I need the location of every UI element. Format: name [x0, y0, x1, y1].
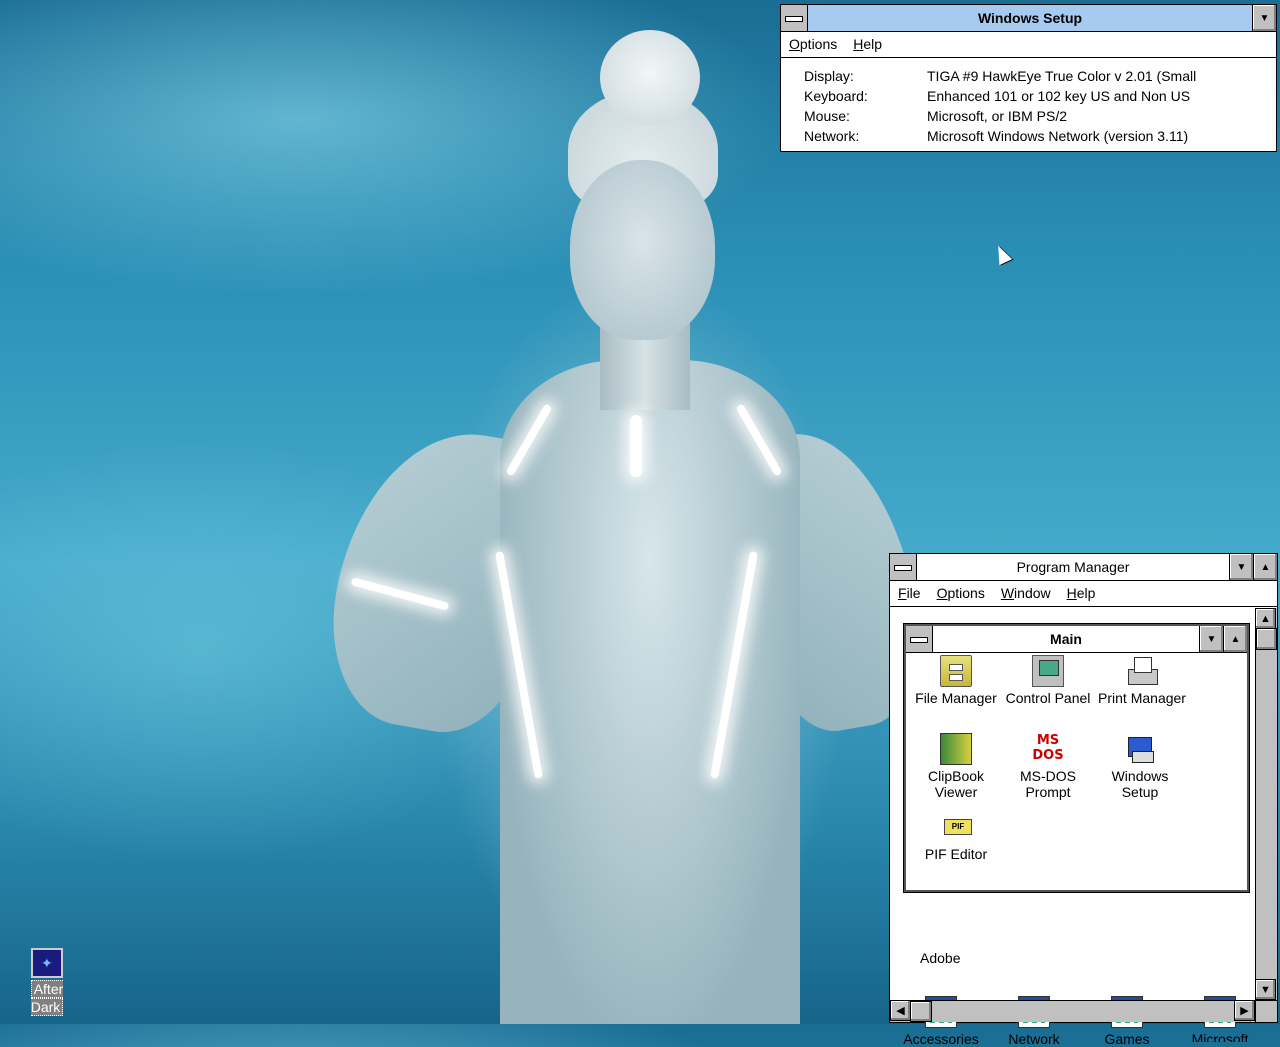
setup-key: Network: [804, 128, 860, 144]
setup-key: Display: [804, 68, 854, 84]
program-label: ClipBook Viewer [927, 768, 985, 800]
vertical-scrollbar[interactable]: ▲ ▼ [1255, 608, 1277, 1000]
program-item-pif-editor[interactable]: PIF Editor [908, 811, 1004, 862]
arrow-up-icon: ▲ [1260, 612, 1271, 625]
setup-row-display: Display: TIGA #9 HawkEye True Color v 2.… [804, 66, 1276, 86]
desktop-icon-after-dark[interactable]: After Dark [16, 948, 78, 1017]
arrow-up-icon: ▲ [1230, 633, 1241, 645]
maximize-button[interactable]: ▲ [1253, 554, 1277, 580]
arrow-right-icon: ▶ [1240, 1005, 1249, 1017]
window-title: Program Manager [1016, 559, 1130, 575]
scroll-right-button[interactable]: ▶ [1234, 1000, 1255, 1021]
vertical-scroll-thumb[interactable] [1256, 628, 1277, 650]
system-menu-button[interactable] [890, 554, 917, 580]
group-label: Network [1008, 1031, 1060, 1047]
ms-dos-icon: MS DOS [1032, 733, 1064, 763]
arrow-down-icon: ▼ [1236, 561, 1247, 573]
title-bar[interactable]: Program Manager ▼ ▲ [890, 554, 1277, 581]
setup-row-keyboard: Keyboard: Enhanced 101 or 102 key US and… [804, 86, 1276, 106]
program-item-file-manager[interactable]: File Manager [908, 655, 1004, 706]
minimize-button[interactable]: ▼ [1229, 554, 1253, 580]
arrow-left-icon: ◀ [896, 1005, 905, 1017]
setup-key: Mouse: [804, 108, 850, 124]
program-item-control-panel[interactable]: Control Panel [1000, 655, 1096, 706]
menu-bar: Options Help [781, 32, 1276, 58]
program-label: Control Panel [1005, 690, 1091, 706]
group-system-menu-button[interactable] [906, 626, 933, 652]
arrow-down-icon: ▼ [1260, 983, 1271, 996]
scroll-down-button[interactable]: ▼ [1255, 979, 1276, 1000]
group-minimize-button[interactable]: ▼ [1199, 626, 1223, 652]
group-content: File Manager Control Panel Print Manager… [906, 653, 1247, 889]
program-label: Print Manager [1098, 690, 1186, 706]
main-group-window[interactable]: Main ▼ ▲ File Manager Control Panel Prin… [903, 623, 1250, 893]
system-menu-button[interactable] [781, 5, 808, 31]
setup-row-mouse: Mouse: Microsoft, or IBM PS/2 [804, 106, 1276, 126]
setup-value: Microsoft, or IBM PS/2 [927, 108, 1068, 124]
group-title: Main [933, 626, 1199, 652]
setup-key: Keyboard: [804, 88, 868, 104]
menu-help[interactable]: Help [1067, 581, 1096, 606]
wallpaper-figure [315, 30, 935, 1024]
menu-file[interactable]: File [898, 581, 921, 606]
menu-window[interactable]: Window [1001, 581, 1051, 606]
arrow-down-icon: ▼ [1206, 633, 1217, 645]
horizontal-scroll-thumb[interactable] [910, 1001, 932, 1022]
program-label: File Manager [915, 690, 997, 706]
desktop-icon-label: After Dark [30, 980, 64, 1016]
group-label: Games [1104, 1031, 1150, 1047]
after-dark-icon [31, 948, 63, 978]
setup-row-network: Network: Microsoft Windows Network (vers… [804, 126, 1276, 146]
windows-setup-icon [1124, 733, 1156, 765]
setup-info: Display: TIGA #9 HawkEye True Color v 2.… [781, 58, 1276, 146]
program-label: MS-DOS Prompt [1020, 768, 1076, 800]
control-panel-icon [1032, 655, 1064, 687]
menu-options[interactable]: Options [937, 581, 985, 606]
program-item-clipbook-viewer[interactable]: ClipBook Viewer [908, 733, 1004, 800]
menu-options[interactable]: Options [789, 32, 837, 57]
group-maximize-button[interactable]: ▲ [1223, 626, 1247, 652]
group-title-bar[interactable]: Main ▼ ▲ [906, 626, 1247, 653]
printer-icon [1126, 655, 1158, 687]
menu-bar: File Options Window Help [890, 581, 1277, 607]
setup-value: Enhanced 101 or 102 key US and Non US [927, 88, 1191, 104]
program-item-windows-setup[interactable]: Windows Setup [1092, 733, 1188, 800]
program-manager-window[interactable]: Program Manager ▼ ▲ File Options Window … [889, 553, 1278, 1047]
program-manager-workspace: Main ▼ ▲ File Manager Control Panel Prin… [890, 608, 1277, 1047]
scroll-corner [1255, 1000, 1277, 1022]
horizontal-scrollbar[interactable]: ◀ ▶ [890, 1000, 1255, 1022]
clipbook-icon [940, 733, 972, 765]
scroll-left-button[interactable]: ◀ [890, 1000, 911, 1021]
group-label: Microsoft TCP/IP-32 [1191, 1031, 1249, 1042]
setup-value: Microsoft Windows Network (version 3.11) [927, 128, 1189, 144]
group-label-adobe[interactable]: Adobe [920, 950, 960, 966]
scroll-up-button[interactable]: ▲ [1255, 608, 1276, 629]
group-label: Accessories [903, 1031, 979, 1047]
program-label: Windows Setup [1111, 768, 1169, 800]
mouse-cursor-icon [991, 242, 1013, 266]
pif-icon [940, 811, 972, 843]
program-label: PIF Editor [924, 846, 988, 862]
setup-value: TIGA #9 HawkEye True Color v 2.01 (Small [927, 68, 1197, 84]
program-item-ms-dos-prompt[interactable]: MS DOS MS-DOS Prompt [1000, 733, 1096, 800]
menu-help[interactable]: Help [853, 32, 882, 57]
file-cabinet-icon [940, 655, 972, 687]
windows-setup-window[interactable]: Windows Setup ▼ Options Help Display: TI… [780, 4, 1277, 152]
program-item-print-manager[interactable]: Print Manager [1094, 655, 1190, 706]
minimize-button[interactable]: ▼ [1252, 5, 1276, 31]
title-bar[interactable]: Windows Setup ▼ [781, 5, 1276, 32]
window-title: Windows Setup [808, 5, 1252, 31]
arrow-down-icon: ▼ [1259, 12, 1270, 24]
arrow-up-icon: ▲ [1260, 561, 1271, 573]
